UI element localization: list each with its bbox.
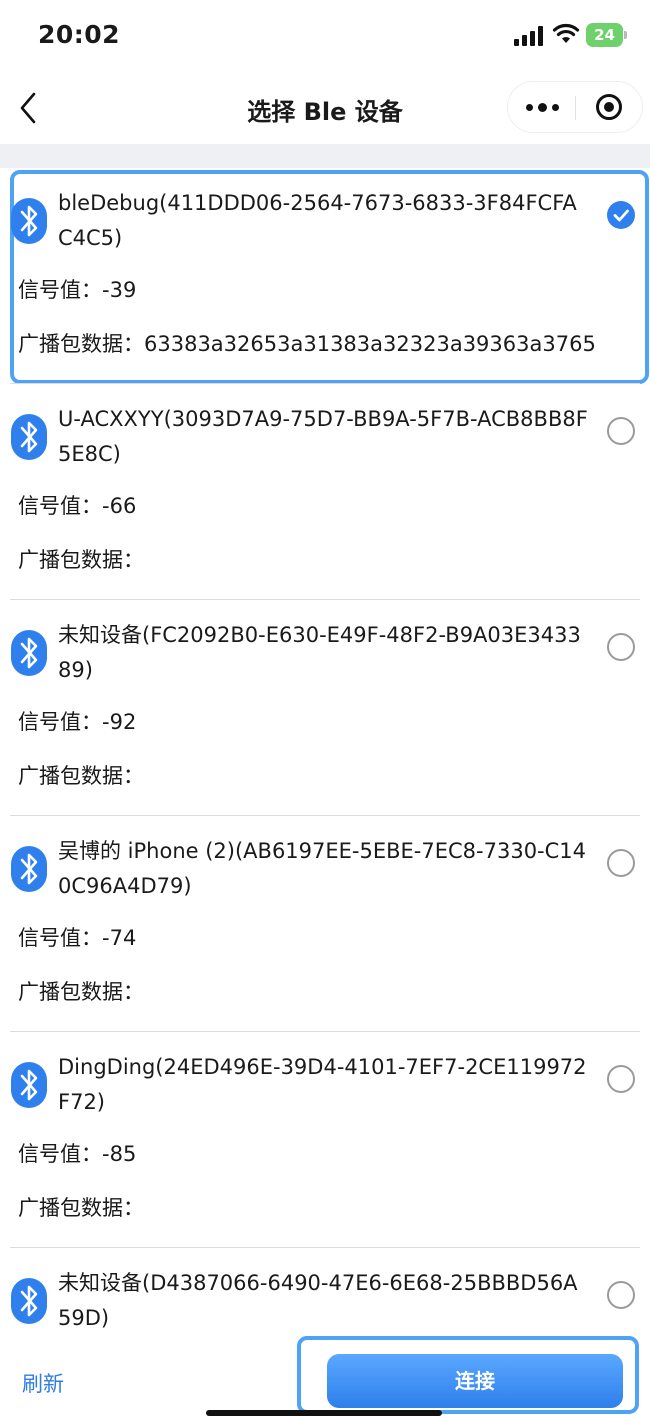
device-name: 吴博的 iPhone (2)(AB6197EE-5EBE-7EC8-7330-C…: [58, 839, 587, 898]
device-name: bleDebug(411DDD06-2564-7673-6833-3F84FCF…: [58, 191, 577, 250]
nav-bar: 选择 Ble 设备: [0, 72, 650, 144]
device-item[interactable]: 未知设备(FC2092B0-E630-E49F-48F2-B9A03E34338…: [0, 600, 650, 816]
device-name: U-ACXXYY(3093D7A9-75D7-BB9A-5F7B-ACB8BB8…: [58, 407, 588, 466]
device-adv-data: 广播包数据：63383a32653a31383a32323a39363a3765: [18, 332, 596, 356]
bluetooth-icon: [11, 846, 47, 892]
bluetooth-icon: [11, 414, 47, 460]
device-radio[interactable]: [607, 849, 635, 877]
bluetooth-icon: [11, 630, 47, 676]
device-item[interactable]: DingDing(24ED496E-39D4-4101-7EF7-2CE1199…: [0, 1032, 650, 1248]
status-time: 20:02: [38, 20, 121, 49]
refresh-button[interactable]: 刷新: [22, 1368, 64, 1398]
device-radio[interactable]: [607, 1281, 635, 1309]
device-rssi: 信号值：-85: [18, 1142, 137, 1166]
miniprogram-capsule: [507, 81, 643, 133]
device-radio[interactable]: [607, 633, 635, 661]
close-miniprogram-button[interactable]: [576, 82, 643, 132]
device-rssi: 信号值：-92: [18, 710, 137, 734]
device-adv-data: 广播包数据：: [18, 980, 144, 1004]
device-name: 未知设备(D4387066-6490-47E6-6E68-25BBBD56A59…: [58, 1271, 578, 1330]
bluetooth-icon: [11, 1278, 47, 1324]
home-indicator: [206, 1410, 442, 1416]
device-radio[interactable]: [607, 1065, 635, 1093]
bottom-bar: 刷新 连接: [0, 1336, 650, 1416]
device-name: 未知设备(FC2092B0-E630-E49F-48F2-B9A03E34338…: [58, 623, 581, 682]
check-icon: [613, 209, 629, 222]
device-adv-data: 广播包数据：: [18, 764, 144, 788]
more-dots-icon: [526, 104, 533, 111]
device-adv-data: 广播包数据：: [18, 1196, 144, 1220]
device-rssi: 信号值：-66: [18, 494, 137, 518]
more-button[interactable]: [508, 82, 575, 132]
device-adv-data: 广播包数据：: [18, 548, 144, 572]
bluetooth-icon: [11, 198, 47, 244]
device-item[interactable]: 吴博的 iPhone (2)(AB6197EE-5EBE-7EC8-7330-C…: [0, 816, 650, 1032]
device-list: bleDebug(411DDD06-2564-7673-6833-3F84FCF…: [0, 168, 650, 1416]
battery-icon: 24: [586, 23, 628, 47]
status-bar: 20:02 24: [0, 0, 650, 72]
signal-icon: [514, 26, 546, 46]
battery-level: 24: [586, 23, 623, 47]
device-item[interactable]: bleDebug(411DDD06-2564-7673-6833-3F84FCF…: [0, 168, 650, 384]
device-radio[interactable]: [607, 417, 635, 445]
bluetooth-icon: [11, 1062, 47, 1108]
device-name: DingDing(24ED496E-39D4-4101-7EF7-2CE1199…: [58, 1055, 587, 1114]
device-rssi: 信号值：-74: [18, 926, 137, 950]
connect-button[interactable]: 连接: [327, 1354, 623, 1408]
device-rssi: 信号值：-39: [18, 278, 137, 302]
header-divider: [0, 144, 650, 168]
device-item[interactable]: U-ACXXYY(3093D7A9-75D7-BB9A-5F7B-ACB8BB8…: [0, 384, 650, 600]
wifi-icon: [552, 23, 580, 43]
device-radio[interactable]: [607, 201, 635, 229]
